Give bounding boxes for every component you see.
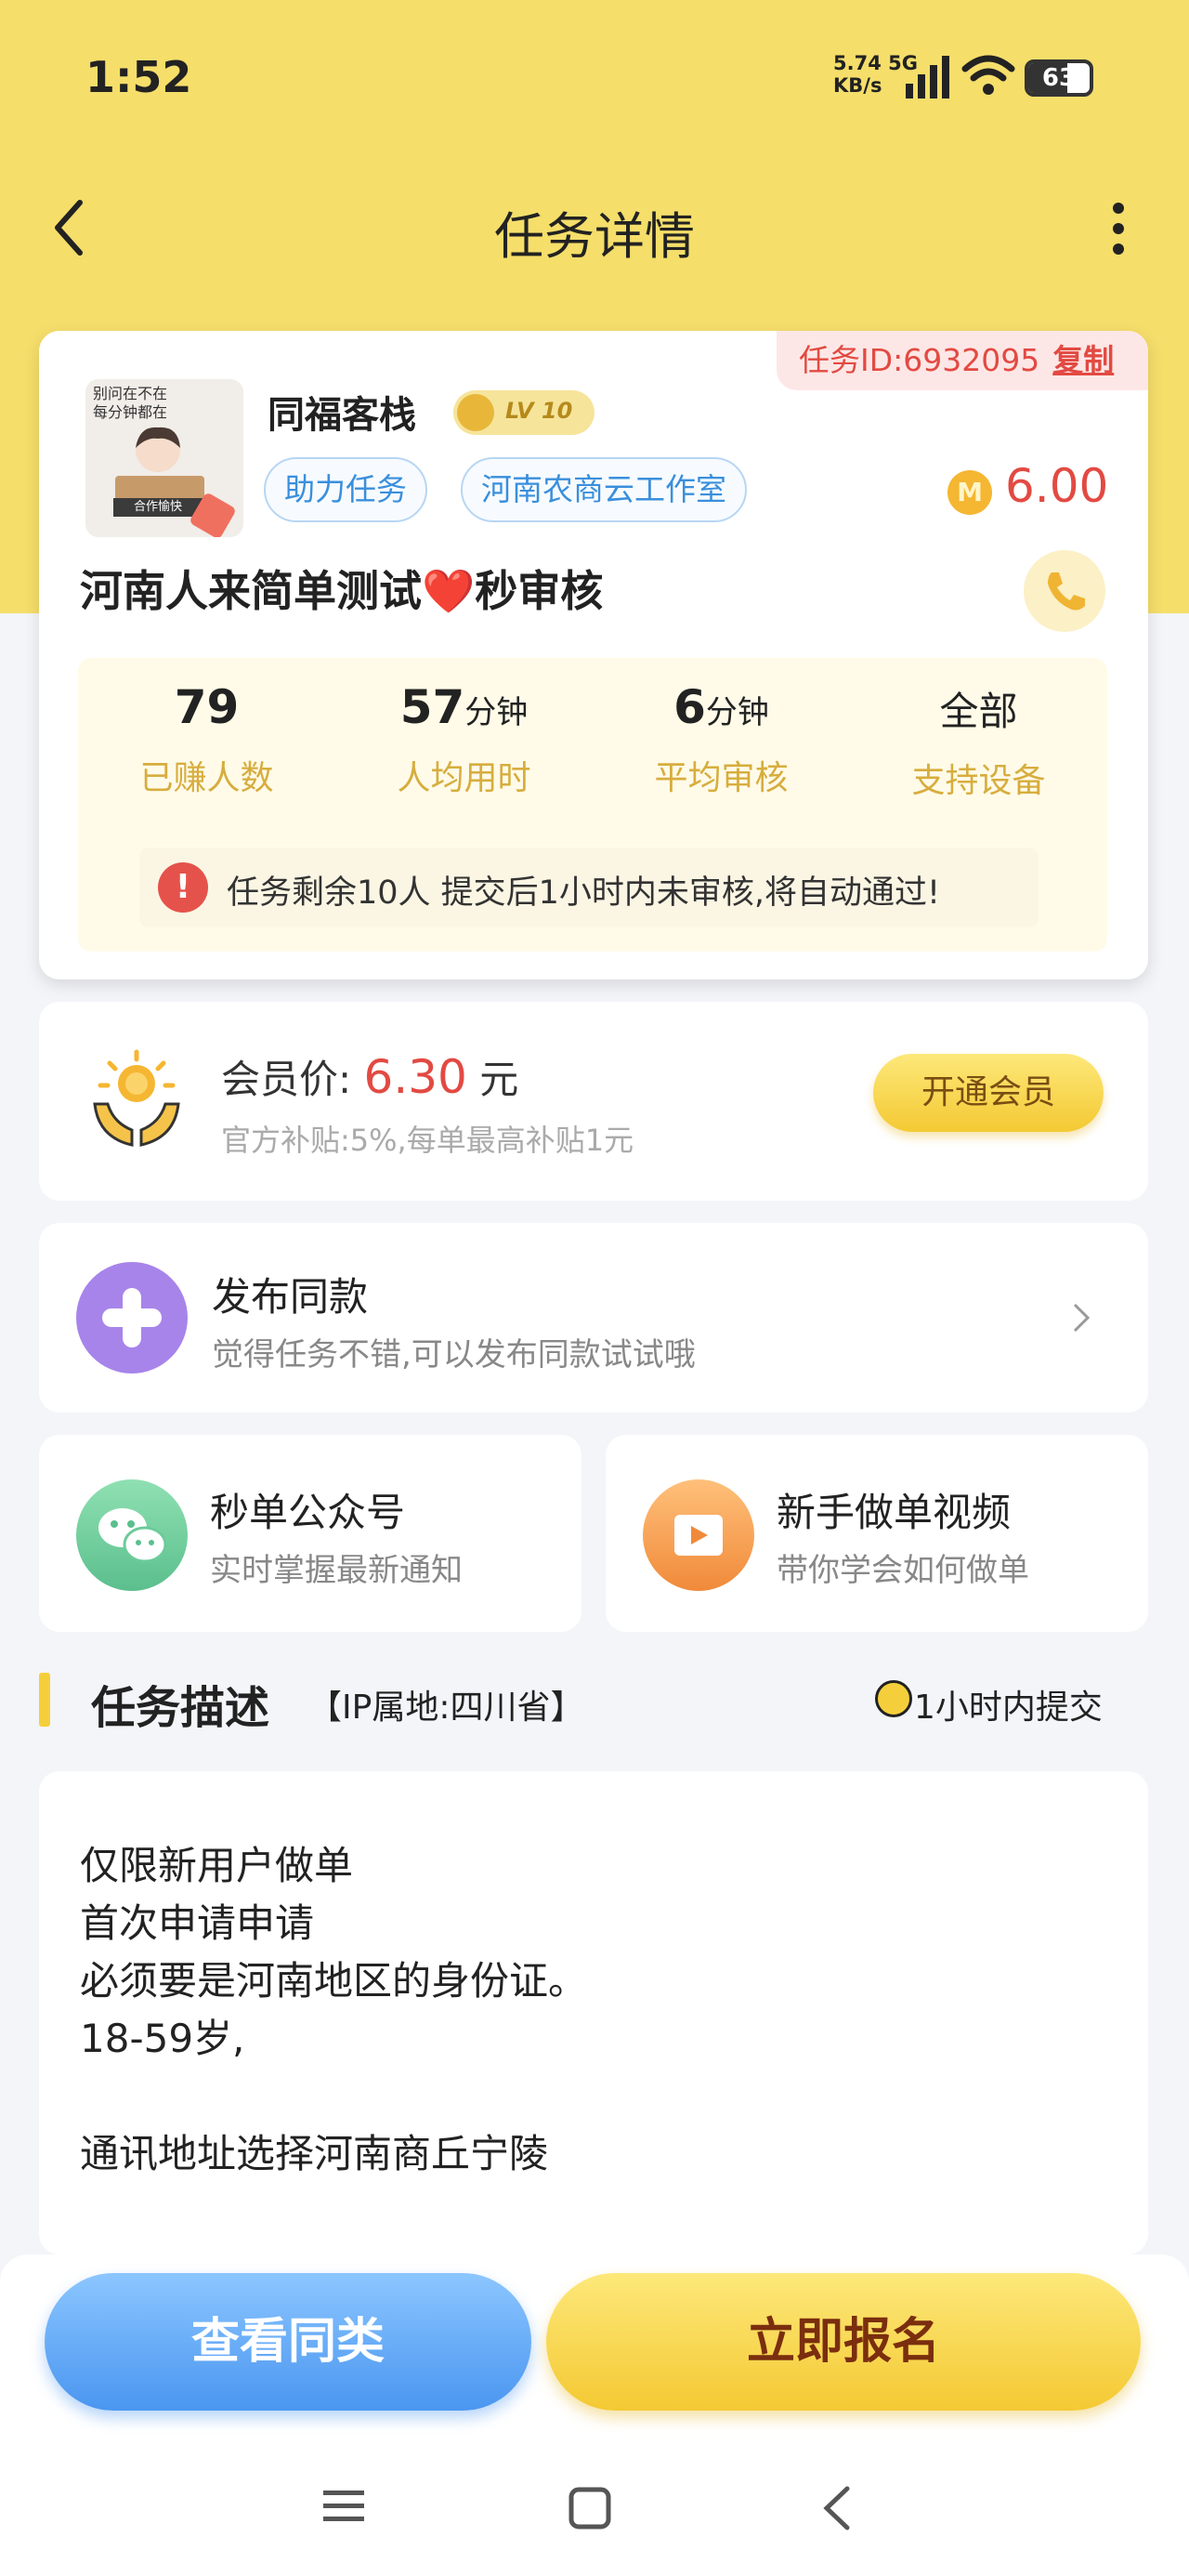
section-accent-bar xyxy=(39,1673,50,1727)
description-header: 任务描述 【IP属地:四川省】 1小时内提交 xyxy=(39,1671,1148,1734)
publish-subtitle: 觉得任务不错,可以发布同款试试哦 xyxy=(212,1336,696,1373)
description-line: 通讯地址选择河南商丘宁陵 xyxy=(80,2131,549,2176)
submit-deadline: 1小时内提交 xyxy=(914,1689,1103,1727)
publisher-name[interactable]: 同福客栈 xyxy=(268,385,416,439)
view-similar-button[interactable]: 查看同类 xyxy=(45,2273,531,2411)
stat-avg-review: 6分钟 平均审核 xyxy=(593,680,850,799)
member-price-value: 6.30 xyxy=(363,1050,467,1104)
video-title: 新手做单视频 xyxy=(777,1490,1012,1535)
task-notice: ! 任务剩余10人 提交后1小时内未审核,将自动通过! xyxy=(139,848,1039,927)
description-line: 必须要是河南地区的身份证。 xyxy=(80,1958,588,2004)
description-card: 仅限新用户做单 首次申请申请 必须要是河南地区的身份证。 18-59岁, 通讯地… xyxy=(39,1771,1148,2254)
avatar-caption: 别问在不在 每分钟都在 xyxy=(93,385,167,422)
stat-avg-review-label: 平均审核 xyxy=(654,759,789,797)
tag-studio[interactable]: 河南农商云工作室 xyxy=(461,457,747,522)
member-price-card: 会员价: 6.30 元 官方补贴:5%,每单最高补贴1元 开通会员 xyxy=(39,1002,1148,1201)
task-id-bar: 任务ID:6932095 复制 xyxy=(777,331,1148,390)
video-subtitle: 带你学会如何做单 xyxy=(777,1552,1029,1589)
stat-earned-label: 已赚人数 xyxy=(139,759,274,797)
phone-button[interactable] xyxy=(1024,550,1105,632)
tag-assist-task[interactable]: 助力任务 xyxy=(264,457,427,522)
member-price-label: 会员价: xyxy=(221,1057,352,1102)
status-bar: 1:52 5.74 5G KB/s 63 xyxy=(0,0,1189,158)
home-icon[interactable] xyxy=(568,2487,611,2530)
description-line: 18-59岁, xyxy=(80,2016,245,2061)
stat-devices-value: 全部 xyxy=(939,689,1018,734)
task-title: 河南人来简单测试❤️秒审核 xyxy=(80,566,604,616)
battery-icon: 63 xyxy=(1025,59,1093,97)
phone-icon xyxy=(1048,572,1085,611)
signal-icon xyxy=(906,56,949,99)
wechat-title: 秒单公众号 xyxy=(210,1490,406,1535)
stat-avg-time: 57分钟 人均用时 xyxy=(335,680,593,799)
publisher-avatar[interactable]: 别问在不在 每分钟都在 合作愉快 xyxy=(85,379,243,537)
task-id: 任务ID:6932095 xyxy=(799,342,1040,378)
ip-location: 【IP属地:四川省】 xyxy=(308,1689,584,1727)
stat-avg-time-value: 57 xyxy=(399,680,465,734)
net-speed-value: 5.74 xyxy=(833,52,882,74)
clock-icon xyxy=(875,1680,912,1717)
stat-avg-review-value: 6 xyxy=(673,680,706,734)
open-membership-button[interactable]: 开通会员 xyxy=(873,1054,1104,1132)
avatar-caption-line-2: 每分钟都在 xyxy=(93,403,168,421)
stat-earned-count: 79 已赚人数 xyxy=(78,680,335,799)
stat-devices-label: 支持设备 xyxy=(911,762,1046,800)
coin-icon: M xyxy=(947,470,992,515)
task-stats-panel: 79 已赚人数 57分钟 人均用时 6分钟 平均审核 全部 支持设备 ! 任务剩… xyxy=(78,658,1107,952)
stat-avg-time-label: 人均用时 xyxy=(397,759,531,797)
stat-earned-value: 79 xyxy=(174,680,240,734)
description-line: 首次申请申请 xyxy=(80,1900,315,1946)
apply-now-button[interactable]: 立即报名 xyxy=(546,2273,1141,2411)
menu-icon[interactable] xyxy=(323,2487,364,2524)
notice-text: 任务剩余10人 提交后1小时内未审核,将自动通过! xyxy=(227,874,941,912)
copy-task-id-link[interactable]: 复制 xyxy=(1052,342,1114,378)
avatar-badge: 合作愉快 xyxy=(113,498,203,517)
navigation-bar: 任务详情 xyxy=(0,177,1189,279)
task-info-card: 任务ID:6932095 复制 别问在不在 每分钟都在 合作愉快 同福客栈 LV … xyxy=(39,331,1148,979)
stat-devices: 全部 支持设备 xyxy=(850,680,1107,802)
video-icon xyxy=(643,1479,754,1591)
coin-hands-icon xyxy=(93,1049,180,1147)
description-line: 仅限新用户做单 xyxy=(80,1843,354,1888)
wechat-account-card[interactable]: 秒单公众号 实时掌握最新通知 xyxy=(39,1435,581,1632)
description-heading: 任务描述 xyxy=(91,1682,270,1734)
member-price-unit: 元 xyxy=(479,1057,519,1102)
more-menu-icon[interactable] xyxy=(1105,203,1131,258)
wechat-icon xyxy=(76,1479,188,1591)
publish-title: 发布同款 xyxy=(212,1274,369,1320)
tutorial-video-card[interactable]: 新手做单视频 带你学会如何做单 xyxy=(606,1435,1148,1632)
status-time: 1:52 xyxy=(85,52,192,102)
wechat-subtitle: 实时掌握最新通知 xyxy=(210,1552,463,1589)
system-navigation-bar xyxy=(0,2453,1189,2556)
level-text: LV 10 xyxy=(505,398,573,424)
medal-icon xyxy=(457,394,494,431)
stat-avg-review-unit: 分钟 xyxy=(705,694,769,731)
publish-same-card[interactable]: 发布同款 觉得任务不错,可以发布同款试试哦 xyxy=(39,1223,1148,1413)
avatar-caption-line-1: 别问在不在 xyxy=(93,385,168,402)
net-speed-unit: KB/s xyxy=(833,74,882,97)
member-subsidy: 官方补贴:5%,每单最高补贴1元 xyxy=(221,1123,634,1158)
member-price-line: 会员价: 6.30 元 xyxy=(221,1048,518,1105)
wifi-icon xyxy=(961,55,1015,95)
system-back-icon[interactable] xyxy=(819,2485,853,2531)
page-title: 任务详情 xyxy=(494,207,695,266)
task-reward: 6.00 xyxy=(1005,459,1109,513)
stat-avg-time-unit: 分钟 xyxy=(464,694,529,731)
alert-icon: ! xyxy=(158,862,208,913)
battery-level: 63 xyxy=(1041,64,1077,92)
chevron-right-icon xyxy=(1073,1303,1091,1333)
plus-icon xyxy=(76,1262,188,1373)
level-badge: LV 10 xyxy=(453,390,594,435)
